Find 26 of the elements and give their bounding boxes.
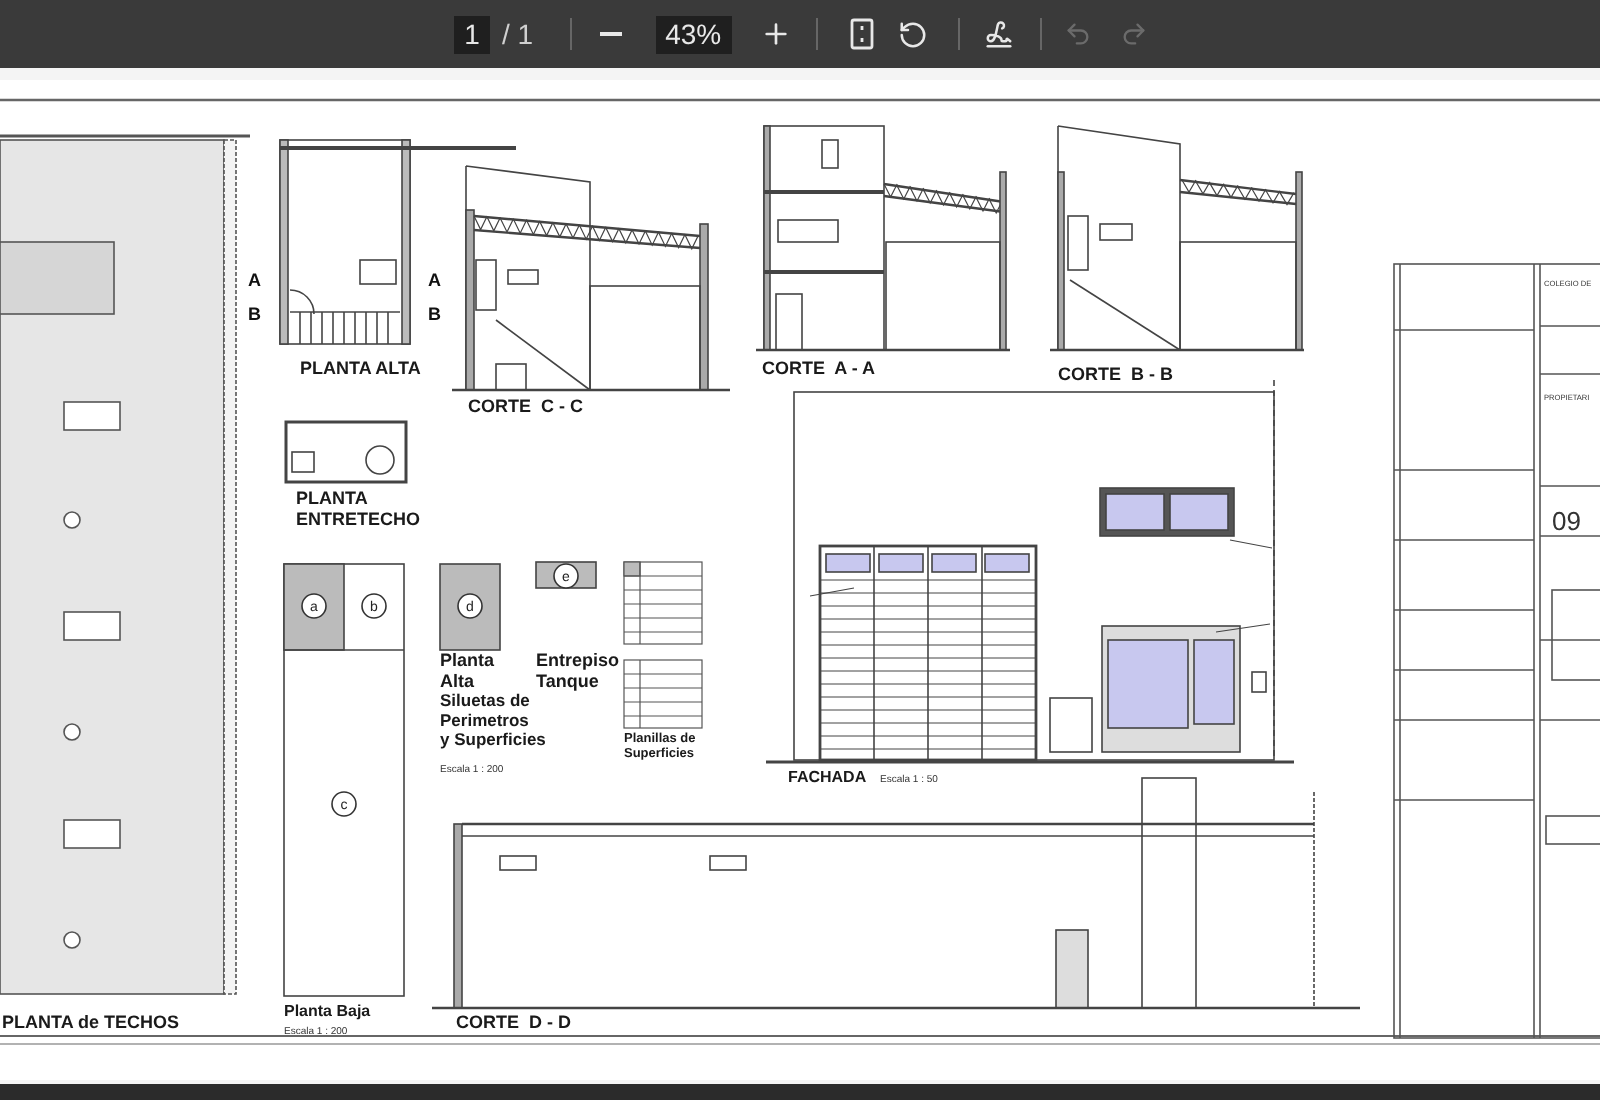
page-total: / 1	[502, 16, 534, 54]
view-title: FACHADA	[788, 768, 867, 786]
view-title: Entrepiso Tanque	[536, 650, 620, 691]
pen-icon	[984, 19, 1015, 49]
view-title: CORTE C - C	[468, 396, 583, 416]
view-title: CORTE A - A	[762, 358, 875, 378]
view-title: PLANTA ENTRETECHO	[296, 488, 421, 529]
view-title: Planta Alta	[440, 650, 495, 691]
view-title: CORTE B - B	[1058, 364, 1173, 384]
attic-plan-drawing	[284, 420, 408, 484]
page-number-field[interactable]: 1	[454, 15, 490, 53]
section-marker: A	[248, 270, 261, 290]
view-title: PLANTA de TECHOS	[2, 1012, 180, 1032]
fit-page-icon	[849, 18, 874, 50]
plus-icon	[759, 18, 792, 50]
section-marker: B	[248, 304, 261, 324]
zoom-field[interactable]: 43%	[655, 15, 732, 53]
view-title: PLANTA ALTA	[300, 358, 421, 378]
section-marker: B	[428, 304, 441, 324]
title-block-text: 09	[1552, 506, 1581, 536]
minus-icon	[600, 32, 623, 36]
section-marker: A	[428, 270, 441, 290]
view-title: CORTE D - D	[456, 1012, 571, 1032]
view-title: Planta Baja	[284, 1002, 371, 1020]
view-title: Siluetas de Perimetros y Superficies	[440, 690, 546, 750]
rotate-icon	[898, 19, 929, 49]
